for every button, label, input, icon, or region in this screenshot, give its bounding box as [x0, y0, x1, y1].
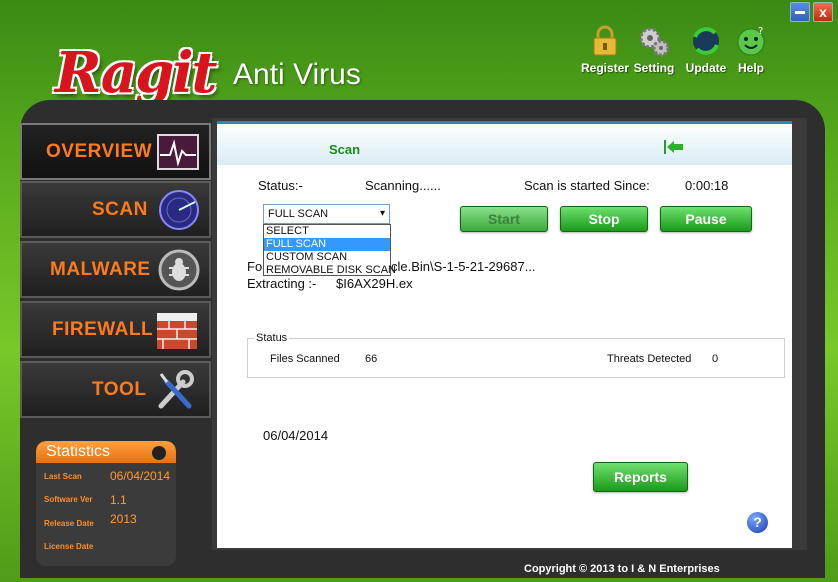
wrench-screwdriver-icon: [153, 368, 197, 412]
close-button[interactable]: x: [813, 2, 833, 22]
start-button[interactable]: Start: [460, 206, 548, 232]
license-date-label: License Date: [44, 542, 94, 551]
folder-line-prefix: Fo: [247, 259, 263, 274]
files-scanned-label: Files Scanned: [270, 353, 340, 365]
register-button[interactable]: Register: [577, 25, 633, 75]
sidebar-item-label: SCAN: [92, 198, 148, 220]
brick-wall-icon: [155, 309, 199, 353]
back-arrow-icon[interactable]: [664, 140, 684, 154]
software-ver-value: 1.1: [110, 493, 127, 507]
statistics-title: Statistics: [36, 441, 176, 463]
register-label: Register: [580, 61, 630, 75]
sidebar-item-label: FIREWALL: [52, 318, 154, 340]
lock-icon: [588, 25, 622, 57]
help-icon[interactable]: ?: [747, 512, 768, 533]
sidebar-item-label: OVERVIEW: [46, 140, 153, 162]
last-scan-value: 06/04/2014: [110, 469, 171, 483]
started-label: Scan is started Since:: [524, 178, 650, 193]
dropdown-option-full-scan[interactable]: FULL SCAN: [264, 238, 390, 251]
dropdown-option-select[interactable]: SELECT: [264, 225, 390, 238]
globe-update-icon: [689, 25, 723, 57]
copyright-text: Copyright © 2013 to I & N Enterprises: [524, 563, 720, 575]
statistics-panel: Statistics Last Scan 06/04/2014 Software…: [36, 441, 176, 566]
help-button[interactable]: ? Help: [723, 25, 779, 75]
bug-icon: [157, 248, 201, 292]
setting-label: Setting: [633, 61, 675, 75]
pause-button[interactable]: Pause: [660, 206, 752, 232]
threats-detected-value: 0: [712, 353, 719, 365]
elapsed-time: 0:00:18: [685, 178, 729, 193]
dropdown-option-removable-disk-scan[interactable]: REMOVABLE DISK SCAN: [264, 264, 396, 277]
chevron-down-icon: ▾: [379, 208, 385, 219]
panel-header: [217, 121, 792, 165]
status-label: Status:-: [258, 178, 303, 193]
reports-button[interactable]: Reports: [593, 462, 688, 492]
status-dot-icon: [152, 446, 166, 460]
gears-icon: [637, 25, 671, 57]
sidebar-item-label: TOOL: [92, 378, 147, 400]
minimize-button[interactable]: [790, 2, 810, 22]
scan-type-select[interactable]: FULL SCAN ▾: [263, 204, 390, 224]
help-label: Help: [737, 61, 764, 75]
svg-text:?: ?: [758, 26, 763, 37]
heartbeat-monitor-icon: [156, 131, 200, 175]
statistics-title-text: Statistics: [46, 443, 111, 460]
threats-detected-label: Threats Detected: [607, 353, 692, 365]
files-scanned-value: 66: [365, 353, 378, 365]
last-scan-label: Last Scan: [44, 472, 82, 481]
sidebar-item-malware[interactable]: MALWARE: [20, 241, 211, 298]
logo-mark: Ragit: [55, 40, 217, 106]
software-ver-label: Software Ver: [44, 495, 93, 504]
setting-button[interactable]: Setting: [626, 25, 682, 75]
last-scan-date: 06/04/2014: [263, 428, 329, 443]
release-date-value: 2013: [110, 512, 137, 526]
sidebar-item-scan[interactable]: SCAN: [20, 181, 211, 238]
status-value: Scanning......: [365, 178, 441, 193]
logo-text: Anti Virus: [233, 58, 361, 91]
status-group-legend: Status: [254, 332, 290, 344]
scan-type-selected: FULL SCAN: [268, 208, 329, 220]
stop-button[interactable]: Stop: [560, 206, 648, 232]
sidebar-item-firewall[interactable]: FIREWALL: [20, 301, 211, 358]
sidebar-item-label: MALWARE: [50, 258, 151, 280]
extracting-label: Extracting :-: [247, 276, 317, 291]
scan-type-dropdown: SELECT FULL SCAN CUSTOM SCAN REMOVABLE D…: [263, 224, 396, 277]
dropdown-option-custom-scan[interactable]: CUSTOM SCAN: [264, 251, 390, 264]
sidebar-item-overview[interactable]: OVERVIEW: [20, 123, 211, 180]
extracting-value: $I6AX29H.ex: [336, 276, 413, 291]
folder-line-path: cle.Bin\S-1-5-21-29687...: [391, 259, 536, 274]
radar-scan-icon: [157, 188, 201, 232]
release-date-label: Release Date: [44, 519, 94, 528]
panel-title: Scan: [329, 142, 361, 157]
sidebar-item-tool[interactable]: TOOL: [20, 361, 211, 418]
smiley-help-icon: ?: [734, 25, 768, 57]
